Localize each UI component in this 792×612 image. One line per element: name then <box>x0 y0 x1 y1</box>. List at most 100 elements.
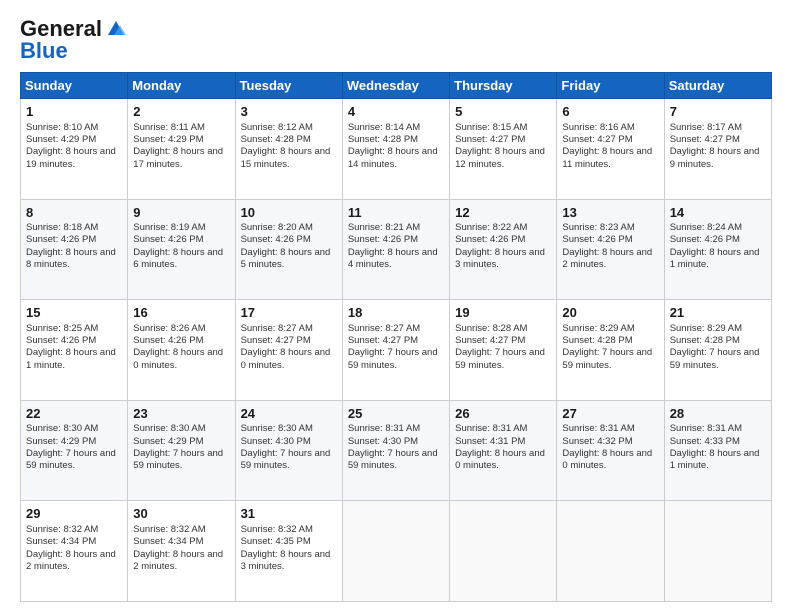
day-info: Sunrise: 8:26 AMSunset: 4:26 PMDaylight:… <box>133 323 229 372</box>
calendar-cell: 10Sunrise: 8:20 AMSunset: 4:26 PMDayligh… <box>235 199 342 300</box>
day-info: Sunrise: 8:32 AMSunset: 4:34 PMDaylight:… <box>133 524 229 573</box>
calendar-cell: 25Sunrise: 8:31 AMSunset: 4:30 PMDayligh… <box>342 400 449 501</box>
page: General Blue SundayMondayTuesdayWednesda… <box>0 0 792 612</box>
calendar-cell: 19Sunrise: 8:28 AMSunset: 4:27 PMDayligh… <box>450 300 557 401</box>
day-info: Sunrise: 8:20 AMSunset: 4:26 PMDaylight:… <box>241 222 337 271</box>
calendar-cell: 11Sunrise: 8:21 AMSunset: 4:26 PMDayligh… <box>342 199 449 300</box>
calendar-cell: 4Sunrise: 8:14 AMSunset: 4:28 PMDaylight… <box>342 99 449 200</box>
day-number: 20 <box>562 304 658 322</box>
calendar-cell: 31Sunrise: 8:32 AMSunset: 4:35 PMDayligh… <box>235 501 342 602</box>
day-info: Sunrise: 8:30 AMSunset: 4:29 PMDaylight:… <box>26 423 122 472</box>
day-info: Sunrise: 8:14 AMSunset: 4:28 PMDaylight:… <box>348 122 444 171</box>
day-info: Sunrise: 8:29 AMSunset: 4:28 PMDaylight:… <box>562 323 658 372</box>
day-number: 30 <box>133 505 229 523</box>
day-info: Sunrise: 8:19 AMSunset: 4:26 PMDaylight:… <box>133 222 229 271</box>
day-number: 5 <box>455 103 551 121</box>
day-number: 29 <box>26 505 122 523</box>
day-info: Sunrise: 8:30 AMSunset: 4:30 PMDaylight:… <box>241 423 337 472</box>
day-number: 31 <box>241 505 337 523</box>
calendar-cell <box>664 501 771 602</box>
day-number: 19 <box>455 304 551 322</box>
calendar-cell: 30Sunrise: 8:32 AMSunset: 4:34 PMDayligh… <box>128 501 235 602</box>
day-info: Sunrise: 8:23 AMSunset: 4:26 PMDaylight:… <box>562 222 658 271</box>
col-header-friday: Friday <box>557 73 664 99</box>
day-number: 26 <box>455 405 551 423</box>
calendar-cell: 18Sunrise: 8:27 AMSunset: 4:27 PMDayligh… <box>342 300 449 401</box>
day-number: 23 <box>133 405 229 423</box>
day-info: Sunrise: 8:31 AMSunset: 4:33 PMDaylight:… <box>670 423 766 472</box>
day-info: Sunrise: 8:27 AMSunset: 4:27 PMDaylight:… <box>241 323 337 372</box>
day-number: 2 <box>133 103 229 121</box>
calendar-cell: 12Sunrise: 8:22 AMSunset: 4:26 PMDayligh… <box>450 199 557 300</box>
day-number: 9 <box>133 204 229 222</box>
day-info: Sunrise: 8:32 AMSunset: 4:35 PMDaylight:… <box>241 524 337 573</box>
calendar-cell: 28Sunrise: 8:31 AMSunset: 4:33 PMDayligh… <box>664 400 771 501</box>
calendar-cell: 1Sunrise: 8:10 AMSunset: 4:29 PMDaylight… <box>21 99 128 200</box>
col-header-monday: Monday <box>128 73 235 99</box>
day-info: Sunrise: 8:12 AMSunset: 4:28 PMDaylight:… <box>241 122 337 171</box>
calendar-cell: 6Sunrise: 8:16 AMSunset: 4:27 PMDaylight… <box>557 99 664 200</box>
day-number: 27 <box>562 405 658 423</box>
day-info: Sunrise: 8:32 AMSunset: 4:34 PMDaylight:… <box>26 524 122 573</box>
day-number: 7 <box>670 103 766 121</box>
day-number: 25 <box>348 405 444 423</box>
day-info: Sunrise: 8:31 AMSunset: 4:32 PMDaylight:… <box>562 423 658 472</box>
calendar-cell: 23Sunrise: 8:30 AMSunset: 4:29 PMDayligh… <box>128 400 235 501</box>
calendar-cell: 21Sunrise: 8:29 AMSunset: 4:28 PMDayligh… <box>664 300 771 401</box>
col-header-sunday: Sunday <box>21 73 128 99</box>
day-info: Sunrise: 8:29 AMSunset: 4:28 PMDaylight:… <box>670 323 766 372</box>
day-info: Sunrise: 8:24 AMSunset: 4:26 PMDaylight:… <box>670 222 766 271</box>
calendar-cell: 7Sunrise: 8:17 AMSunset: 4:27 PMDaylight… <box>664 99 771 200</box>
col-header-wednesday: Wednesday <box>342 73 449 99</box>
day-info: Sunrise: 8:31 AMSunset: 4:31 PMDaylight:… <box>455 423 551 472</box>
col-header-thursday: Thursday <box>450 73 557 99</box>
day-info: Sunrise: 8:27 AMSunset: 4:27 PMDaylight:… <box>348 323 444 372</box>
calendar-cell <box>342 501 449 602</box>
calendar-cell: 5Sunrise: 8:15 AMSunset: 4:27 PMDaylight… <box>450 99 557 200</box>
day-number: 10 <box>241 204 337 222</box>
day-number: 17 <box>241 304 337 322</box>
day-number: 1 <box>26 103 122 121</box>
calendar-cell: 13Sunrise: 8:23 AMSunset: 4:26 PMDayligh… <box>557 199 664 300</box>
header: General Blue <box>20 16 772 64</box>
day-number: 4 <box>348 103 444 121</box>
calendar-cell: 16Sunrise: 8:26 AMSunset: 4:26 PMDayligh… <box>128 300 235 401</box>
day-info: Sunrise: 8:31 AMSunset: 4:30 PMDaylight:… <box>348 423 444 472</box>
day-info: Sunrise: 8:15 AMSunset: 4:27 PMDaylight:… <box>455 122 551 171</box>
col-header-tuesday: Tuesday <box>235 73 342 99</box>
calendar-cell: 14Sunrise: 8:24 AMSunset: 4:26 PMDayligh… <box>664 199 771 300</box>
day-info: Sunrise: 8:30 AMSunset: 4:29 PMDaylight:… <box>133 423 229 472</box>
day-number: 22 <box>26 405 122 423</box>
calendar-cell <box>450 501 557 602</box>
day-number: 24 <box>241 405 337 423</box>
day-number: 12 <box>455 204 551 222</box>
calendar-cell: 26Sunrise: 8:31 AMSunset: 4:31 PMDayligh… <box>450 400 557 501</box>
calendar-cell: 17Sunrise: 8:27 AMSunset: 4:27 PMDayligh… <box>235 300 342 401</box>
day-info: Sunrise: 8:18 AMSunset: 4:26 PMDaylight:… <box>26 222 122 271</box>
calendar-cell: 15Sunrise: 8:25 AMSunset: 4:26 PMDayligh… <box>21 300 128 401</box>
day-info: Sunrise: 8:28 AMSunset: 4:27 PMDaylight:… <box>455 323 551 372</box>
day-number: 8 <box>26 204 122 222</box>
logo-blue: Blue <box>20 38 68 64</box>
day-number: 6 <box>562 103 658 121</box>
calendar-cell: 29Sunrise: 8:32 AMSunset: 4:34 PMDayligh… <box>21 501 128 602</box>
day-number: 15 <box>26 304 122 322</box>
day-info: Sunrise: 8:10 AMSunset: 4:29 PMDaylight:… <box>26 122 122 171</box>
calendar-cell: 3Sunrise: 8:12 AMSunset: 4:28 PMDaylight… <box>235 99 342 200</box>
day-info: Sunrise: 8:17 AMSunset: 4:27 PMDaylight:… <box>670 122 766 171</box>
day-number: 14 <box>670 204 766 222</box>
calendar-cell <box>557 501 664 602</box>
logo-icon <box>104 17 126 39</box>
calendar-cell: 20Sunrise: 8:29 AMSunset: 4:28 PMDayligh… <box>557 300 664 401</box>
calendar-cell: 27Sunrise: 8:31 AMSunset: 4:32 PMDayligh… <box>557 400 664 501</box>
day-info: Sunrise: 8:11 AMSunset: 4:29 PMDaylight:… <box>133 122 229 171</box>
calendar-cell: 22Sunrise: 8:30 AMSunset: 4:29 PMDayligh… <box>21 400 128 501</box>
day-number: 13 <box>562 204 658 222</box>
day-info: Sunrise: 8:25 AMSunset: 4:26 PMDaylight:… <box>26 323 122 372</box>
day-number: 18 <box>348 304 444 322</box>
day-info: Sunrise: 8:22 AMSunset: 4:26 PMDaylight:… <box>455 222 551 271</box>
calendar-cell: 24Sunrise: 8:30 AMSunset: 4:30 PMDayligh… <box>235 400 342 501</box>
calendar-cell: 8Sunrise: 8:18 AMSunset: 4:26 PMDaylight… <box>21 199 128 300</box>
col-header-saturday: Saturday <box>664 73 771 99</box>
day-info: Sunrise: 8:16 AMSunset: 4:27 PMDaylight:… <box>562 122 658 171</box>
